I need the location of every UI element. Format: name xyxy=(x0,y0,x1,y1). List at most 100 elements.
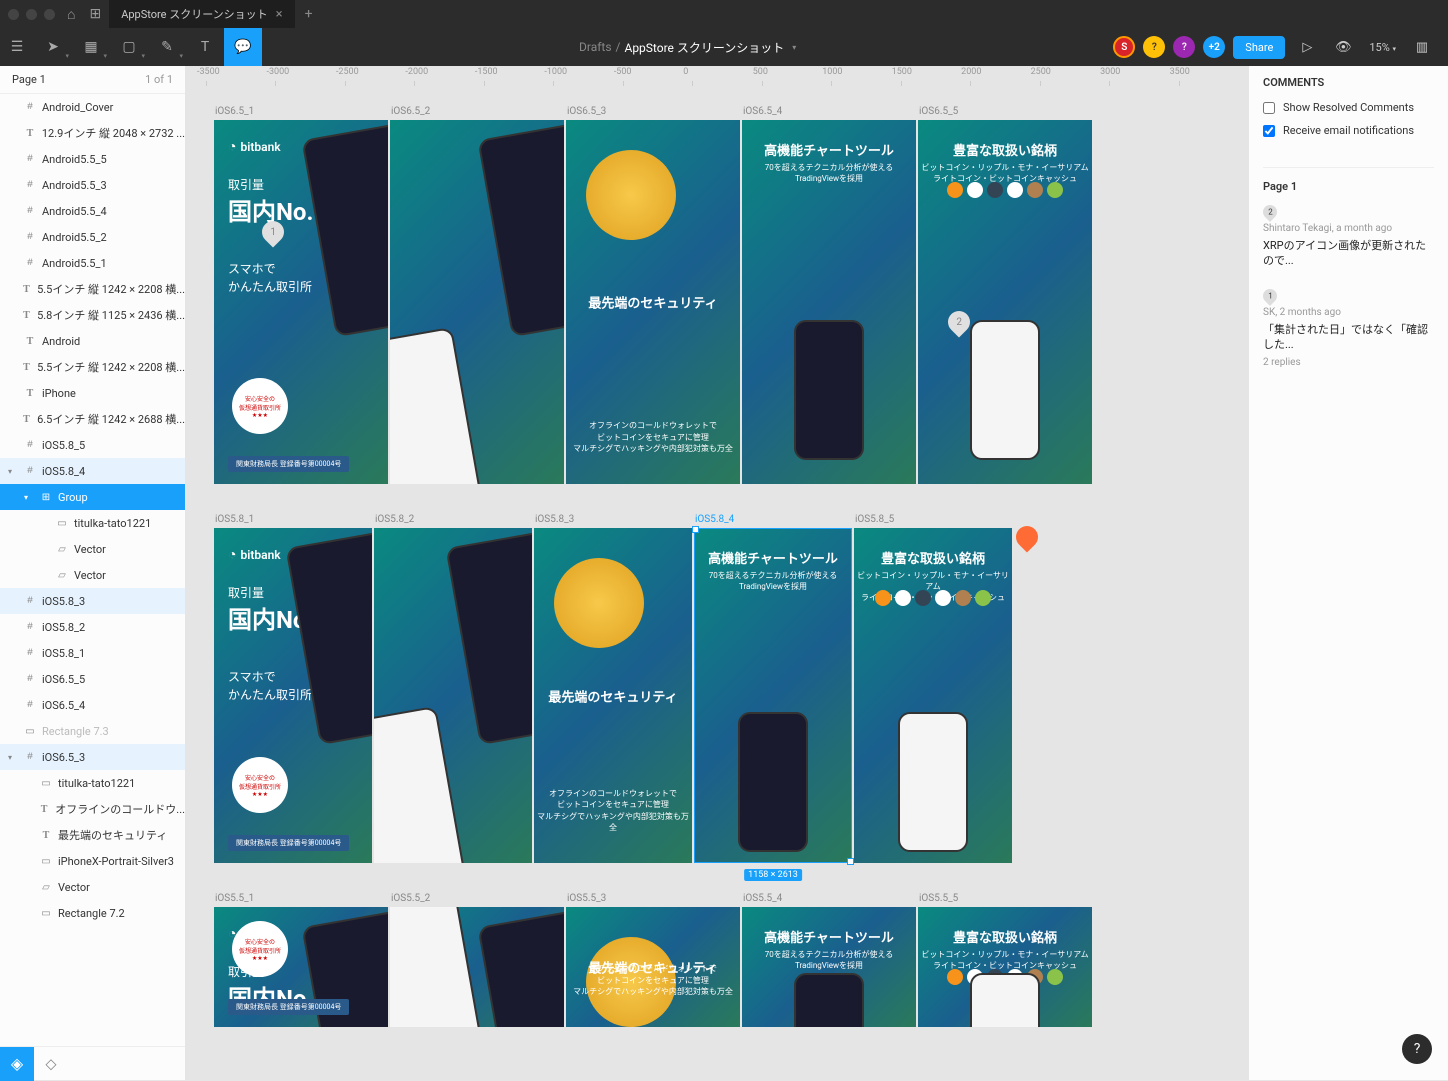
layers-tab-icon[interactable]: ◈ xyxy=(0,1047,34,1081)
breadcrumb[interactable]: Drafts / AppStore スクリーンショット ▾ xyxy=(262,39,1113,56)
assets-tab-icon[interactable]: ⬦ xyxy=(34,1047,68,1081)
frame-label[interactable]: iOS5.5_2 xyxy=(390,893,564,904)
artboard[interactable]: 豊富な取扱い銘柄ビットコイン・リップル・モナ・イーサリアムライトコイン・ビットコ… xyxy=(918,907,1092,1027)
layer-item[interactable]: 5.5インチ 縦 1242 × 2208 横... xyxy=(0,354,185,380)
shape-tool[interactable]: ▢▾ xyxy=(110,28,148,66)
frame-label[interactable]: iOS6.5_3 xyxy=(566,106,740,117)
layer-item[interactable]: 6.5インチ 縦 1242 × 2688 横... xyxy=(0,406,185,432)
artboard[interactable]: 高機能チャートツール70を超えるテクニカル分析が使えるTradingViewを採… xyxy=(694,528,852,863)
frame[interactable]: iOS6.5_2 xyxy=(390,106,564,484)
frame[interactable]: iOS5.8_2 xyxy=(374,514,532,863)
frame[interactable]: iOS5.5_5 豊富な取扱い銘柄ビットコイン・リップル・モナ・イーサリアムライト… xyxy=(918,893,1092,1027)
new-tab-button[interactable]: + xyxy=(295,6,323,22)
frame[interactable]: iOS5.5_3 最先端のセキュリティオフラインのコールドウォレットでビットコイン… xyxy=(566,893,740,1027)
artboard[interactable] xyxy=(374,528,532,863)
share-button[interactable]: Share xyxy=(1233,36,1285,59)
tab-active[interactable]: AppStore スクリーンショット × xyxy=(109,0,294,28)
frame-label[interactable]: iOS5.5_3 xyxy=(566,893,740,904)
frame-label[interactable]: iOS5.8_5 xyxy=(854,514,1012,525)
layer-item[interactable]: iOS5.8_2 xyxy=(0,614,185,640)
frame-label[interactable]: iOS5.8_3 xyxy=(534,514,692,525)
comment-item[interactable]: 1SK, 2 months ago「集計された日」ではなく「確認した...2 r… xyxy=(1263,289,1434,368)
window-controls[interactable] xyxy=(8,9,55,20)
frame-label[interactable]: iOS5.5_1 xyxy=(214,893,388,904)
layer-item[interactable]: Android5.5_4 xyxy=(0,198,185,224)
close-icon[interactable]: × xyxy=(276,7,283,22)
layer-item[interactable]: 5.8インチ 縦 1125 × 2436 横... xyxy=(0,302,185,328)
frame-label[interactable]: iOS5.8_1 xyxy=(214,514,372,525)
breadcrumb-doc[interactable]: AppStore スクリーンショット xyxy=(624,39,784,56)
layer-item[interactable]: Android xyxy=(0,328,185,354)
layer-item[interactable]: titulka-tato1221 xyxy=(0,770,185,796)
layer-item[interactable]: ▾Group xyxy=(0,484,185,510)
frame[interactable]: iOS5.8_3 最先端のセキュリティオフラインのコールドウォレットでビットコイン… xyxy=(534,514,692,863)
layer-item[interactable]: iOS5.8_1 xyxy=(0,640,185,666)
layer-item[interactable]: Android_Cover xyxy=(0,94,185,120)
frame-label[interactable]: iOS5.5_5 xyxy=(918,893,1092,904)
frame[interactable]: iOS5.5_4 高機能チャートツール70を超えるテクニカル分析が使えるTradi… xyxy=(742,893,916,1027)
zoom-level[interactable]: 15% ▾ xyxy=(1365,41,1400,54)
artboard[interactable]: 豊富な取扱い銘柄ビットコイン・リップル・モナ・イーサリアムライトコイン・ビットコ… xyxy=(854,528,1012,863)
text-tool[interactable]: T xyxy=(186,28,224,66)
layer-item[interactable]: iOS6.5_4 xyxy=(0,692,185,718)
layer-item[interactable]: iPhoneX-Portrait-Silver3 xyxy=(0,848,185,874)
layer-item[interactable]: ▾iOS5.8_4 xyxy=(0,458,185,484)
move-tool[interactable]: ➤▾ xyxy=(34,28,72,66)
canvas[interactable]: iOS6.5_1bitbank取引量国内No.1スマホで かんたん取引所安心安全… xyxy=(186,66,1248,1080)
frame-label[interactable]: iOS5.8_2 xyxy=(374,514,532,525)
artboard[interactable]: 最先端のセキュリティオフラインのコールドウォレットでビットコインをセキュアに管理… xyxy=(566,120,740,484)
email-notif-checkbox[interactable]: Receive email notifications xyxy=(1263,124,1434,137)
titlebar-icons[interactable]: ⌂ ⊞ xyxy=(67,6,101,23)
layer-item[interactable]: Android5.5_3 xyxy=(0,172,185,198)
artboard[interactable] xyxy=(390,907,564,1027)
layer-item[interactable]: titulka-tato1221 xyxy=(0,510,185,536)
frame-tool[interactable]: ▦▾ xyxy=(72,28,110,66)
frame-label[interactable]: iOS5.5_4 xyxy=(742,893,916,904)
layer-item[interactable]: Vector xyxy=(0,874,185,900)
layer-item[interactable]: Vector xyxy=(0,562,185,588)
avatar-user-s[interactable]: S xyxy=(1113,36,1135,58)
frame[interactable]: iOS5.8_1 bitbank取引量国内No.1スマホで かんたん取引所安心安全… xyxy=(214,514,372,863)
frame[interactable]: iOS6.5_3 最先端のセキュリティオフラインのコールドウォレットでビットコイン… xyxy=(566,106,740,484)
frame-label[interactable]: iOS5.8_4 xyxy=(694,514,852,525)
layer-item[interactable]: Android5.5_5 xyxy=(0,146,185,172)
frame[interactable]: iOS6.5_4高機能チャートツール70を超えるテクニカル分析が使えるTradi… xyxy=(742,106,916,484)
artboard[interactable]: 最先端のセキュリティオフラインのコールドウォレットでビットコインをセキュアに管理… xyxy=(566,907,740,1027)
present-icon[interactable]: ▷ xyxy=(1293,40,1321,55)
layer-item[interactable]: iOS5.8_3 xyxy=(0,588,185,614)
view-icon[interactable]: 👁 xyxy=(1329,40,1357,55)
artboard[interactable]: 高機能チャートツール70を超えるテクニカル分析が使えるTradingViewを採… xyxy=(742,907,916,1027)
artboard[interactable]: 高機能チャートツール70を超えるテクニカル分析が使えるTradingViewを採… xyxy=(742,120,916,484)
comment-tool[interactable]: 💬 xyxy=(224,28,262,66)
frame[interactable]: iOS5.8_5 豊富な取扱い銘柄ビットコイン・リップル・モナ・イーサリアムライト… xyxy=(854,514,1012,863)
book-icon[interactable]: ▥ xyxy=(1408,40,1436,55)
artboard[interactable]: 最先端のセキュリティオフラインのコールドウォレットでビットコインをセキュアに管理… xyxy=(534,528,692,863)
layer-item[interactable]: iPhone xyxy=(0,380,185,406)
layer-item[interactable]: ▾iOS6.5_3 xyxy=(0,744,185,770)
frame[interactable]: iOS5.8_4 高機能チャートツール70を超えるテクニカル分析が使えるTradi… xyxy=(694,514,852,863)
grid-icon[interactable]: ⊞ xyxy=(89,6,101,23)
layer-item[interactable]: iOS6.5_5 xyxy=(0,666,185,692)
frame[interactable]: iOS6.5_1bitbank取引量国内No.1スマホで かんたん取引所安心安全… xyxy=(214,106,388,484)
layer-item[interactable]: 12.9インチ 縦 2048 × 2732 ... xyxy=(0,120,185,146)
artboard[interactable]: bitbank取引量国内No.1スマホで かんたん取引所安心安全の仮想通貨取引所… xyxy=(214,528,372,863)
layer-item[interactable]: Rectangle 7.3 xyxy=(0,718,185,744)
show-resolved-checkbox[interactable]: Show Resolved Comments xyxy=(1263,101,1434,114)
frame[interactable]: iOS5.5_2 xyxy=(390,893,564,1027)
hamburger-menu[interactable]: ☰ xyxy=(0,28,34,66)
layer-item[interactable]: 最先端のセキュリティ xyxy=(0,822,185,848)
pen-tool[interactable]: ✎▾ xyxy=(148,28,186,66)
layer-item[interactable]: 5.5インチ 縦 1242 × 2208 横... xyxy=(0,276,185,302)
artboard[interactable]: bitbank取引量国内No.1スマホで かんたん取引所安心安全の仮想通貨取引所… xyxy=(214,907,388,1027)
avatar-user-p[interactable]: ? xyxy=(1173,36,1195,58)
home-icon[interactable]: ⌂ xyxy=(67,6,75,23)
comment-item[interactable]: 2Shintaro Tekagi, a month agoXRPのアイコン画像が… xyxy=(1263,205,1434,269)
avatar-help[interactable]: ? xyxy=(1143,36,1165,58)
layer-item[interactable]: Android5.5_1 xyxy=(0,250,185,276)
layer-item[interactable]: Rectangle 7.2 xyxy=(0,900,185,926)
breadcrumb-root[interactable]: Drafts xyxy=(579,40,612,54)
help-button[interactable]: ? xyxy=(1402,1034,1432,1064)
artboard[interactable]: 豊富な取扱い銘柄ビットコイン・リップル・モナ・イーサリアムライトコイン・ビットコ… xyxy=(918,120,1092,484)
chevron-down-icon[interactable]: ▾ xyxy=(792,43,796,52)
frame[interactable]: iOS5.5_1 bitbank取引量国内No.1スマホで かんたん取引所安心安全… xyxy=(214,893,388,1027)
